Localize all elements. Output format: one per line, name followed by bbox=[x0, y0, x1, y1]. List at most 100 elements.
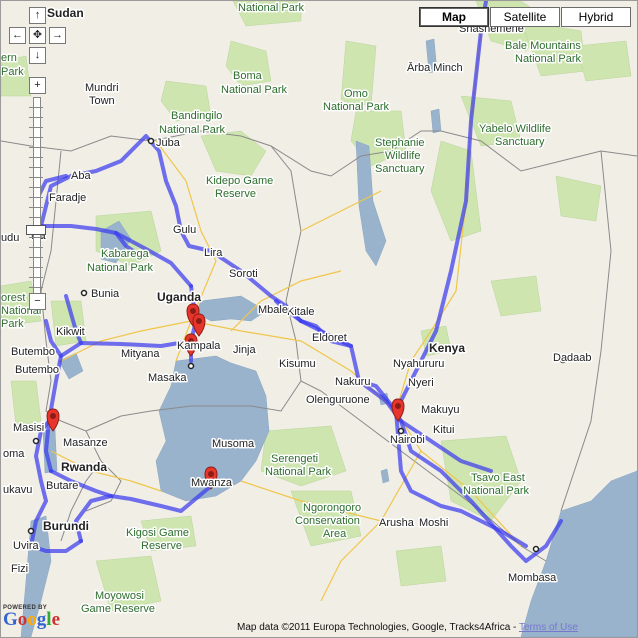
label-serengeti-1: Serengeti bbox=[271, 453, 318, 465]
label-tsavo-1: Tsavo East bbox=[471, 472, 525, 484]
label-masisi: Masisi bbox=[13, 422, 44, 434]
label-dadaab: Dadaab bbox=[553, 352, 592, 364]
label-boma-1: Boma bbox=[233, 70, 263, 82]
label-mityana: Mityana bbox=[121, 348, 160, 360]
label-tsavo-2: National Park bbox=[463, 485, 530, 497]
label-butare: Butare bbox=[46, 480, 78, 492]
label-masaka: Masaka bbox=[148, 372, 187, 384]
label-stephanie-3: Sanctuary bbox=[375, 163, 425, 175]
label-boma-2: National Park bbox=[221, 84, 288, 96]
label-goma: oma bbox=[3, 448, 25, 460]
label-bunia: Bunia bbox=[91, 288, 120, 300]
label-kabarega-1: Kabarega bbox=[101, 248, 150, 260]
label-nakuru: Nakuru bbox=[335, 376, 370, 388]
label-uganda: Uganda bbox=[157, 290, 201, 304]
label-orest-3: Park bbox=[1, 318, 24, 330]
label-orest-1: orest bbox=[1, 292, 25, 304]
label-omo-1: Omo bbox=[344, 88, 368, 100]
label-kampala: Kampala bbox=[177, 340, 221, 352]
label-moyowosi-1: Moyowosi bbox=[95, 590, 144, 602]
label-rwanda: Rwanda bbox=[61, 460, 107, 474]
pan-up-button[interactable]: ↑ bbox=[29, 7, 46, 24]
zoom-slider[interactable] bbox=[26, 97, 46, 295]
label-yabelo-1: Yabelo Wildlife bbox=[479, 123, 551, 135]
label-butembo: Butembo bbox=[11, 346, 55, 358]
label-stephanie-1: Stephanie bbox=[375, 137, 425, 149]
label-fizi: Fizi bbox=[11, 563, 28, 575]
label-bukavu: ukavu bbox=[3, 484, 32, 496]
label-bale-2: National Park bbox=[515, 53, 582, 65]
zoom-out-button[interactable]: − bbox=[29, 293, 46, 310]
map-frame[interactable]: Sudan Uganda Kenya Rwanda Burundi Nation… bbox=[0, 0, 638, 638]
label-mbale: Mbale bbox=[258, 304, 288, 316]
label-yabelo-2: Sanctuary bbox=[495, 136, 545, 148]
label-kabarega-2: National Park bbox=[87, 262, 154, 274]
label-kidepo-1: Kidepo Game bbox=[206, 175, 273, 187]
label-nyeri: Nyeri bbox=[408, 377, 434, 389]
attribution-text: Map data ©2011 Europa Technologies, Goog… bbox=[237, 622, 517, 633]
label-kenya: Kenya bbox=[429, 341, 465, 355]
label-bale-1: Bale Mountains bbox=[505, 40, 581, 52]
label-ern-1: ern bbox=[1, 52, 17, 64]
label-masanze: Masanze bbox=[63, 437, 108, 449]
label-mundri-1: Mundri bbox=[85, 82, 119, 94]
label-ern-2: Park bbox=[1, 66, 24, 78]
label-ngorongoro-3: Area bbox=[323, 528, 347, 540]
label-kigosi-1: Kigosi Game bbox=[126, 527, 189, 539]
label-ngorongoro-1: Ngorongoro bbox=[303, 502, 361, 514]
label-uvira: Uvira bbox=[13, 540, 40, 552]
label-mwanza: Mwanza bbox=[191, 477, 233, 489]
label-omo-2: National Park bbox=[323, 101, 390, 113]
label-kitui: Kitui bbox=[433, 424, 454, 436]
lake-chew-bahir bbox=[430, 108, 442, 134]
label-kikwit: Kikwit bbox=[56, 326, 85, 338]
label-udu: udu bbox=[1, 232, 19, 244]
google-logo[interactable]: POWERED BY Google bbox=[3, 605, 60, 629]
label-burundi: Burundi bbox=[43, 519, 89, 533]
label-aba: Aba bbox=[71, 170, 91, 182]
label-kigosi-2: Reserve bbox=[141, 540, 182, 552]
label-lira: Lira bbox=[204, 247, 223, 259]
label-serengeti-2: National Park bbox=[265, 466, 332, 478]
label-sudan: Sudan bbox=[47, 6, 84, 20]
map-canvas[interactable]: Sudan Uganda Kenya Rwanda Burundi Nation… bbox=[1, 1, 637, 637]
label-jinja: Jinja bbox=[233, 344, 257, 356]
map-type-satellite-button[interactable]: Satellite bbox=[490, 7, 560, 27]
label-nairobi: Nairobi bbox=[390, 434, 425, 446]
label-butembo2: Butembo bbox=[15, 364, 59, 376]
label-kitale: Kitale bbox=[287, 306, 315, 318]
pan-left-button[interactable]: ← bbox=[9, 27, 26, 44]
label-juba: Juba bbox=[156, 137, 181, 149]
label-makuyu: Makuyu bbox=[421, 404, 460, 416]
label-moyowosi-2: Game Reserve bbox=[81, 603, 155, 615]
map-type-control: Map Satellite Hybrid bbox=[418, 7, 631, 27]
label-kidepo-2: Reserve bbox=[215, 188, 256, 200]
label-moshi: Moshi bbox=[419, 517, 448, 529]
label-kisumu: Kisumu bbox=[279, 358, 316, 370]
pan-right-button[interactable]: → bbox=[49, 27, 66, 44]
label-ngorongoro-2: Conservation bbox=[295, 515, 360, 527]
map-type-map-button[interactable]: Map bbox=[419, 7, 489, 27]
google-wordmark: Google bbox=[3, 609, 60, 630]
label-bandingilo-2: National Park bbox=[159, 124, 226, 136]
zoom-slider-thumb[interactable] bbox=[26, 225, 46, 235]
label-bandingilo-1: Bandingilo bbox=[171, 110, 222, 122]
label-arusha: Arusha bbox=[379, 517, 415, 529]
label-mundri-2: Town bbox=[89, 95, 115, 107]
terms-of-use-link[interactable]: Terms of Use bbox=[519, 622, 578, 633]
map-type-hybrid-button[interactable]: Hybrid bbox=[561, 7, 631, 27]
label-nyahururu: Nyahururu bbox=[393, 358, 444, 370]
label-arba-minch: Ārba Minch bbox=[407, 62, 463, 74]
center-button[interactable]: ✥ bbox=[29, 27, 46, 44]
label-soroti: Soroti bbox=[229, 268, 258, 280]
label-faradje: Faradje bbox=[49, 192, 86, 204]
label-stephanie-2: Wildlife bbox=[385, 150, 420, 162]
pan-down-button[interactable]: ↓ bbox=[29, 47, 46, 64]
label-eldoret: Eldoret bbox=[312, 332, 347, 344]
label-musoma: Musoma bbox=[212, 438, 255, 450]
zoom-in-button[interactable]: + bbox=[29, 77, 46, 94]
label-gulu: Gulu bbox=[173, 224, 196, 236]
label-mombasa: Mombasa bbox=[508, 572, 557, 584]
label-olenguruone: Olenguruone bbox=[306, 394, 370, 406]
label-park-top: National Park bbox=[238, 2, 305, 14]
